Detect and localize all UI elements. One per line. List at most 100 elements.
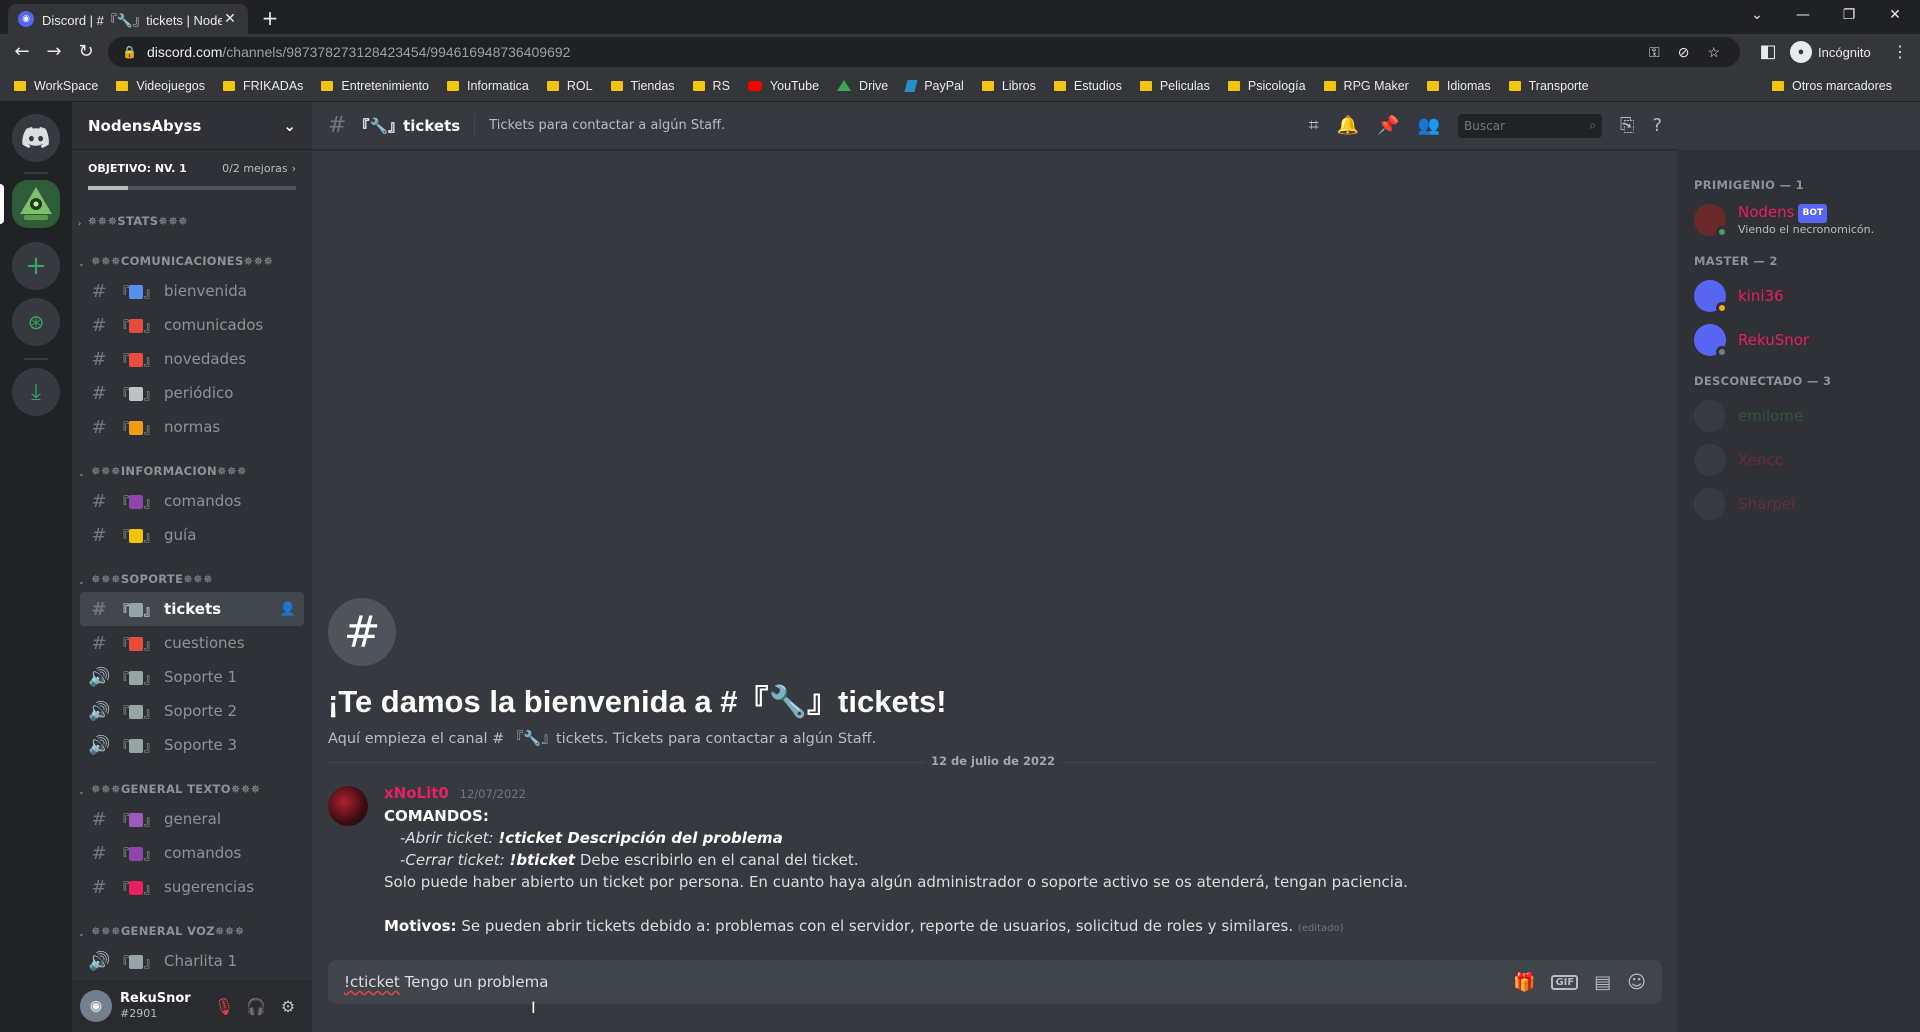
bookmark-other[interactable]: Otros marcadores: [1771, 79, 1892, 93]
bookmark-workspace[interactable]: WorkSpace: [14, 79, 98, 93]
channel-item[interactable]: 🔊 『』 Soporte 2: [80, 694, 304, 728]
user-avatar[interactable]: ◉: [80, 990, 112, 1022]
headphones-icon[interactable]: 🎧: [240, 997, 272, 1016]
inbox-icon[interactable]: ⎘: [1620, 115, 1634, 136]
bookmarks-bar: WorkSpace Videojuegos FRIKADAs Entreteni…: [0, 70, 1920, 102]
channel-item[interactable]: # 『』 cuestiones: [80, 626, 304, 660]
threads-icon[interactable]: ⌗: [1309, 115, 1319, 136]
address-bar[interactable]: 🔒 discord.com /channels/9873782731284234…: [108, 37, 1740, 67]
member-item[interactable]: Sharpei: [1686, 482, 1912, 526]
member-item[interactable]: kini36: [1686, 274, 1912, 318]
settings-gear-icon[interactable]: ⚙: [272, 997, 304, 1016]
forward-icon[interactable]: →: [40, 38, 68, 66]
member-item[interactable]: Nodens BOT Viendo el necronomicón.: [1686, 198, 1912, 242]
message-avatar[interactable]: [328, 786, 368, 826]
bookmark-estudios[interactable]: Estudios: [1053, 79, 1122, 93]
sticker-icon[interactable]: ▤: [1594, 972, 1611, 993]
bookmark-youtube[interactable]: YouTube: [747, 79, 819, 93]
channel-item[interactable]: # 『』 bienvenida: [80, 274, 304, 308]
bookmark-libros[interactable]: Libros: [981, 79, 1036, 93]
channel-item[interactable]: # 『』 comunicados: [80, 308, 304, 342]
key-icon[interactable]: ⚿: [1649, 44, 1660, 61]
bookmark-paypal[interactable]: PayPal: [904, 79, 964, 93]
bell-icon[interactable]: 🔔: [1337, 115, 1359, 136]
channel-category[interactable]: ⌄ ✵✵✵COMUNICACIONES✵✵✵: [72, 244, 312, 274]
bookmark-transporte[interactable]: Transporte: [1508, 79, 1589, 93]
bookmark-idiomas[interactable]: Idiomas: [1426, 79, 1491, 93]
incognito-indicator[interactable]: ● Incógnito: [1790, 38, 1871, 66]
add-server-icon[interactable]: +: [12, 242, 60, 290]
channel-category[interactable]: ⌄ ✵✵✵GENERAL VOZ✵✵✵: [72, 914, 312, 944]
tab-close-icon[interactable]: ✕: [222, 11, 238, 27]
reload-icon[interactable]: ↻: [72, 38, 100, 66]
bookmark-psicologia[interactable]: Psicología: [1227, 79, 1306, 93]
channel-name: comunicados: [164, 316, 264, 334]
tab-search-icon[interactable]: ⌄: [1734, 0, 1780, 30]
member-list-icon[interactable]: 👥: [1418, 115, 1440, 136]
bookmark-tiendas[interactable]: Tiendas: [610, 79, 675, 93]
download-apps-icon[interactable]: ⤓: [12, 368, 60, 416]
message-composer[interactable]: !cticket Tengo un problema 🎁 GIF ▤ ☺: [328, 960, 1662, 1004]
channel-item[interactable]: # 『』 tickets 👤: [80, 592, 304, 626]
channel-category[interactable]: ⌄ ✵✵✵SOPORTE✵✵✵: [72, 562, 312, 592]
star-icon[interactable]: ☆: [1707, 44, 1720, 61]
gift-icon[interactable]: 🎁: [1513, 972, 1535, 993]
member-item[interactable]: Xencc: [1686, 438, 1912, 482]
discord-home-icon[interactable]: [12, 114, 60, 162]
channel-item[interactable]: # 『』 periódico: [80, 376, 304, 410]
restore-icon[interactable]: ❐: [1826, 0, 1872, 30]
channel-item[interactable]: 🔊 『』 Soporte 1: [80, 660, 304, 694]
channel-item[interactable]: # 『』 general: [80, 802, 304, 836]
server-header[interactable]: NodensAbyss ⌄: [72, 102, 312, 150]
bookmark-rs[interactable]: RS: [692, 79, 730, 93]
bookmark-videojuegos[interactable]: Videojuegos: [116, 79, 205, 93]
eye-off-icon[interactable]: ⊘: [1678, 44, 1690, 61]
bookmark-rpg-maker[interactable]: RPG Maker: [1323, 79, 1409, 93]
bookmark-rol[interactable]: ROL: [546, 79, 593, 93]
back-icon[interactable]: ←: [8, 38, 36, 66]
channel-item[interactable]: # 『』 normas: [80, 410, 304, 444]
pin-icon[interactable]: 📌: [1377, 115, 1399, 136]
window-close-icon[interactable]: ✕: [1872, 0, 1918, 30]
emoji-icon[interactable]: ☺: [1627, 972, 1646, 993]
channel-name: cuestiones: [164, 634, 245, 652]
discord-favicon-icon: ◉: [18, 11, 34, 27]
channel-item[interactable]: # 『』 novedades: [80, 342, 304, 376]
invite-member-icon[interactable]: 👤: [280, 602, 296, 617]
search-input[interactable]: Buscar ⌕: [1458, 113, 1603, 138]
category-caret-icon: ›: [78, 219, 82, 228]
chrome-menu-icon[interactable]: ⋮: [1888, 38, 1912, 66]
minimize-icon[interactable]: —: [1780, 0, 1826, 30]
channel-item[interactable]: # 『』 sugerencias: [80, 870, 304, 904]
member-item[interactable]: emilome: [1686, 394, 1912, 438]
bookmark-peliculas[interactable]: Peliculas: [1139, 79, 1210, 93]
channel-item[interactable]: 🔊 『』 Soporte 3: [80, 728, 304, 762]
new-tab-button[interactable]: +: [258, 6, 282, 30]
category-gap: [72, 762, 312, 772]
explore-servers-icon[interactable]: ⊛: [12, 298, 60, 346]
channel-item[interactable]: # 『』 guía: [80, 518, 304, 552]
hash-icon: #: [91, 314, 107, 336]
channel-category[interactable]: ⌄ ✵✵✵INFORMACION✵✵✵: [72, 454, 312, 484]
gif-icon[interactable]: GIF: [1551, 974, 1579, 990]
sidepanel-icon[interactable]: ◧: [1754, 38, 1782, 66]
help-icon[interactable]: ?: [1652, 115, 1662, 136]
browser-tab[interactable]: ◉ Discord | #『🔧』tickets | NodensAbyss ✕: [8, 4, 248, 34]
boost-goal[interactable]: OBJETIVO: NV. 1 0/2 mejoras ›: [88, 150, 296, 190]
bookmark-entretenimiento[interactable]: Entretenimiento: [321, 79, 429, 93]
member-item[interactable]: RekuSnor: [1686, 318, 1912, 362]
channel-item[interactable]: # 『』 comandos: [80, 484, 304, 518]
bookmark-drive[interactable]: Drive: [837, 79, 888, 93]
channel-topic[interactable]: Tickets para contactar a algún Staff.: [489, 118, 1308, 133]
channel-item[interactable]: 🔊 『』 Charlita 1: [80, 944, 304, 978]
bookmark-frikadas[interactable]: FRIKADAs: [222, 79, 303, 93]
channel-category[interactable]: ⌄ ✵✵✵GENERAL TEXTO✵✵✵: [72, 772, 312, 802]
message-author[interactable]: xNoLit0: [384, 784, 449, 802]
composer-text[interactable]: !cticket Tengo un problema: [344, 973, 1497, 991]
mute-mic-icon[interactable]: 🎙: [208, 997, 240, 1016]
tab-title: Discord | #『🔧』tickets | NodensAbyss: [42, 12, 222, 28]
bookmark-informatica[interactable]: Informatica: [446, 79, 529, 93]
server-nodensabyss-icon[interactable]: [12, 180, 60, 228]
channel-category[interactable]: › ✵✵✵STATS✵✵✵: [72, 204, 312, 234]
channel-item[interactable]: # 『』 comandos: [80, 836, 304, 870]
